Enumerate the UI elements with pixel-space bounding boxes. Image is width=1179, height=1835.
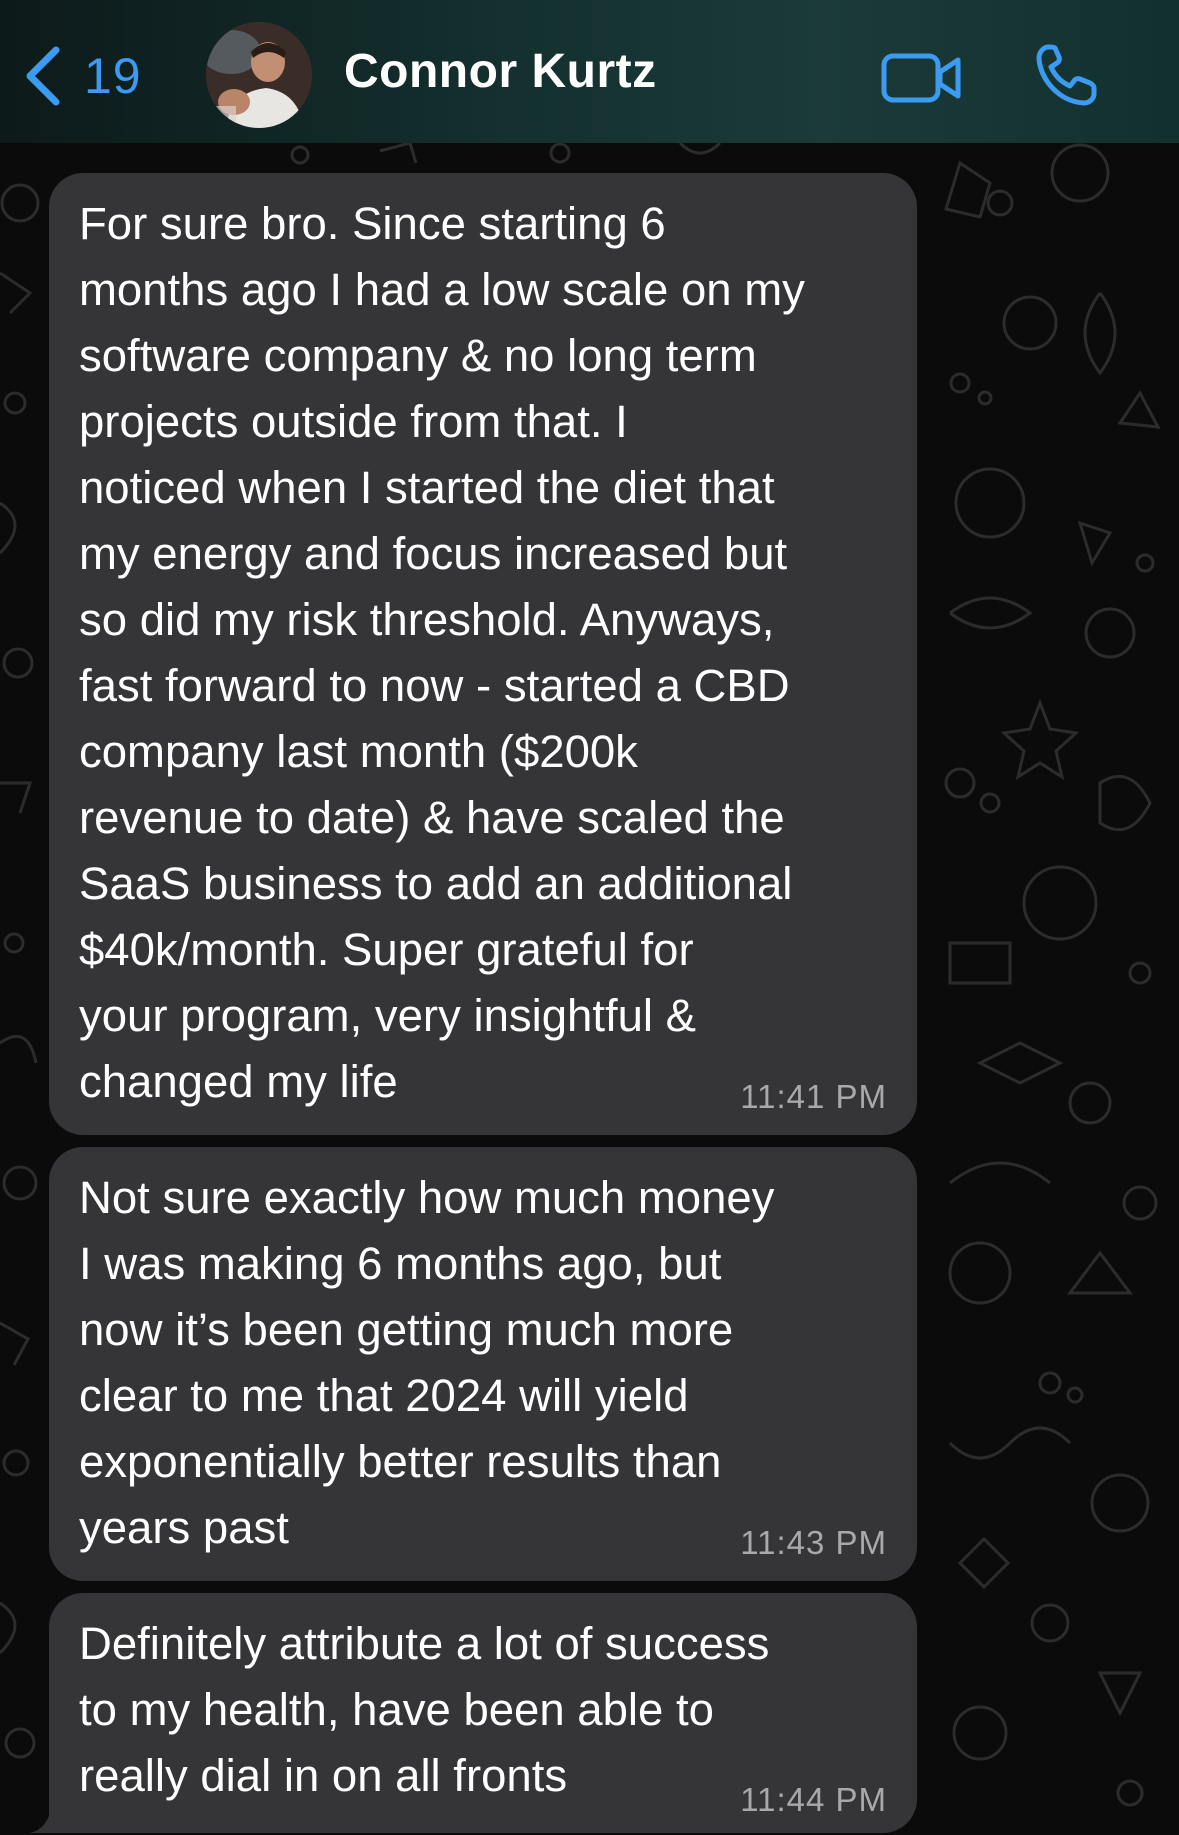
chat-header: 19 Connor Kurtz	[0, 0, 1179, 143]
chat-screen: 19 Connor Kurtz For sure bro. Since star…	[0, 0, 1179, 1835]
message-text: Not sure exactly how much money I was ma…	[79, 1172, 775, 1553]
unread-count: 19	[84, 48, 142, 104]
phone-icon[interactable]	[1034, 42, 1098, 108]
bubble-tail	[30, 1805, 70, 1833]
back-button[interactable]: 19	[22, 40, 142, 112]
message-time: 11:41 PM	[740, 1078, 887, 1115]
message-bubble[interactable]: Not sure exactly how much money I was ma…	[49, 1147, 917, 1581]
message-time: 11:43 PM	[740, 1524, 887, 1561]
message-text: For sure bro. Since starting 6 months ag…	[79, 198, 805, 1107]
chevron-left-icon	[26, 46, 60, 106]
avatar-photo	[206, 22, 312, 128]
message-time: 11:44 PM	[740, 1781, 887, 1818]
message-text: Definitely attribute a lot of success to…	[79, 1618, 770, 1801]
message-list[interactable]: For sure bro. Since starting 6 months ag…	[0, 143, 1179, 1835]
contact-name[interactable]: Connor Kurtz	[344, 44, 657, 99]
message-bubble[interactable]: Definitely attribute a lot of success to…	[49, 1593, 917, 1833]
video-camera-icon[interactable]	[880, 48, 964, 108]
message-bubble[interactable]: For sure bro. Since starting 6 months ag…	[49, 173, 917, 1135]
avatar[interactable]	[206, 22, 312, 128]
